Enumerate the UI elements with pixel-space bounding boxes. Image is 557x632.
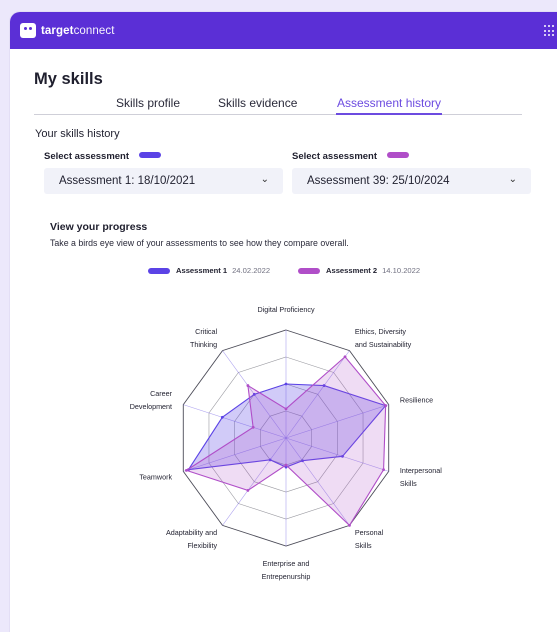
radar-axis-label: Ethics, Diversity and Sustainability	[355, 327, 412, 349]
radar-data-point	[251, 425, 255, 429]
radar-data-point	[382, 468, 385, 472]
radar-axis-label: Personal Skills	[355, 528, 384, 550]
radar-axis-label: Teamwork	[139, 472, 172, 481]
radar-axis-label: Resilience	[400, 396, 433, 405]
radar-data-point	[246, 384, 250, 387]
radar-data-point	[284, 463, 288, 467]
radar-data-point	[284, 407, 288, 411]
radar-data-point	[384, 404, 388, 408]
radar-axis-label: Digital Proficiency	[257, 305, 315, 314]
radar-data-point	[284, 382, 288, 386]
radar-axis-label: Career Development	[130, 389, 173, 411]
radar-data-point	[343, 355, 347, 359]
radar-axis-label: Enterprise and Entrepenurship	[262, 559, 311, 581]
radar-axis-label: Critical Thinking	[190, 327, 218, 349]
radar-data-point	[184, 468, 188, 472]
radar-data-point	[220, 415, 224, 419]
radar-axis-label: Interpersonal Skills	[400, 466, 442, 488]
radar-axis-label: Adaptability and Flexibility	[166, 528, 218, 550]
radar-chart: Digital Proficiency Ethics, Diversity and …	[130, 305, 443, 581]
radar-data-point	[246, 489, 250, 492]
radar-data-point	[348, 523, 351, 527]
